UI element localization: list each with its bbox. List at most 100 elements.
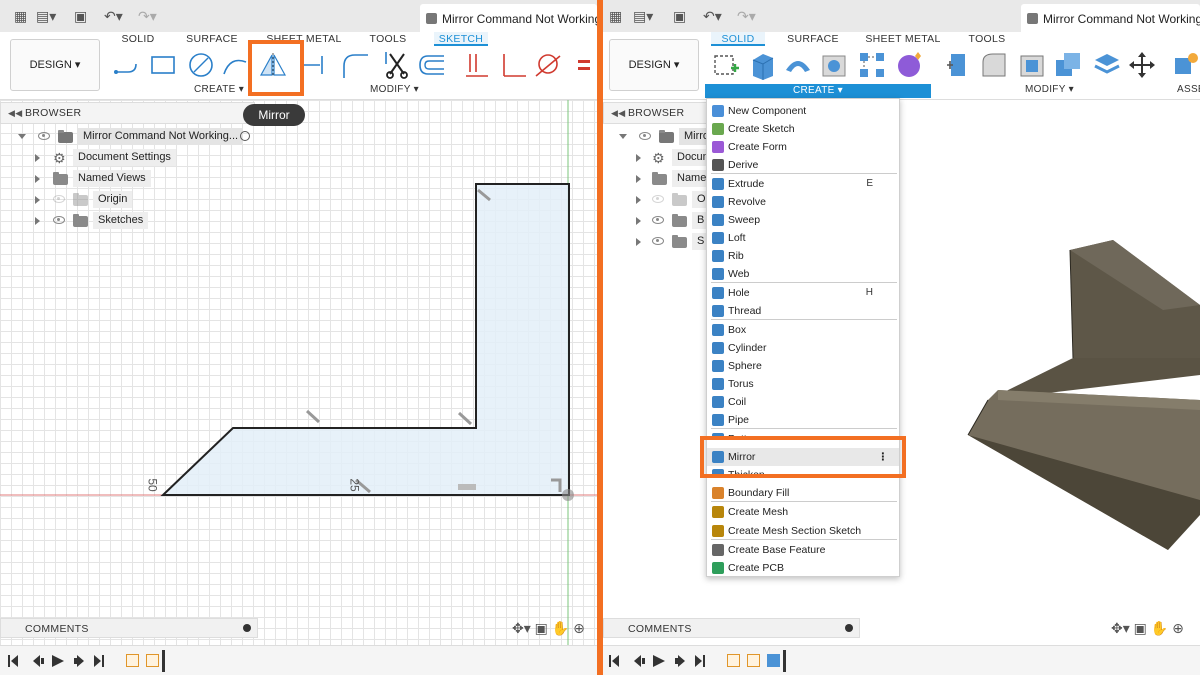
redo-icon[interactable]: ↷▾ (138, 9, 157, 23)
file-menu-icon[interactable]: ▤▾ (36, 9, 56, 23)
menu-item-boundary-fill[interactable]: Boundary Fill (707, 484, 899, 502)
project-tool-icon[interactable] (300, 50, 330, 80)
menu-item-web[interactable]: Web (707, 265, 899, 283)
offset-tool-icon[interactable] (416, 50, 446, 80)
hole-icon[interactable] (819, 50, 849, 80)
browser-item-bodies[interactable]: B (634, 212, 710, 229)
timeline-sketch-icon[interactable] (727, 654, 740, 667)
dimension-label[interactable]: 25 (348, 478, 362, 491)
browser-root-row[interactable]: Mirror Command Not Working... (16, 128, 261, 145)
arc-tool-icon[interactable] (220, 50, 250, 80)
expand-arrow-icon[interactable] (35, 175, 40, 183)
menu-item-extrude[interactable]: Extrude E (707, 175, 899, 193)
browser-item-origin[interactable]: O (634, 191, 711, 208)
timeline-sketch-icon[interactable] (146, 654, 159, 667)
constraint-perpendicular-icon[interactable] (498, 50, 528, 80)
expand-arrow-icon[interactable] (636, 175, 641, 183)
expand-arrow-icon[interactable] (636, 154, 641, 162)
create-sketch-icon[interactable] (711, 50, 741, 80)
extrude-icon[interactable] (747, 50, 777, 80)
menu-item-new-component[interactable]: New Component (707, 102, 899, 120)
orbit-icon[interactable]: ✥▾ (512, 620, 531, 636)
press-pull-icon[interactable] (943, 50, 973, 80)
expand-arrow-icon[interactable] (18, 134, 26, 139)
orbit-icon[interactable]: ✥▾ (1111, 620, 1130, 636)
fillet-icon[interactable] (979, 50, 1009, 80)
assemble-group-label[interactable]: ASSE (1177, 84, 1200, 95)
tab-surface[interactable]: SURFACE (787, 32, 839, 46)
tab-solid[interactable]: SOLID (116, 32, 160, 46)
expand-arrow-icon[interactable] (636, 217, 641, 225)
save-icon[interactable]: ▣ (673, 9, 686, 23)
browser-item-origin[interactable]: Origin (33, 191, 143, 208)
workspace-switcher[interactable]: DESIGN ▾ (609, 39, 699, 91)
constraint-equal-icon[interactable] (574, 50, 597, 80)
collapse-arrow-icon[interactable]: ◀◀ (8, 103, 22, 123)
workspace-switcher[interactable]: DESIGN ▾ (10, 39, 100, 91)
document-tab[interactable]: Mirror Command Not Working (420, 4, 597, 32)
tab-sheet-metal[interactable]: SHEET METAL (865, 32, 941, 46)
tab-solid[interactable]: SOLID (711, 32, 765, 46)
visibility-eye-icon[interactable] (639, 132, 651, 140)
tab-sketch[interactable]: SKETCH (434, 32, 488, 46)
file-menu-icon[interactable]: ▤▾ (633, 9, 653, 23)
constraint-parallel-icon[interactable] (462, 50, 492, 80)
menu-item-pipe[interactable]: Pipe (707, 411, 899, 429)
menu-item-create-mesh-section-sketch[interactable]: Create Mesh Section Sketch (707, 522, 899, 540)
add-comment-icon[interactable] (243, 624, 251, 632)
modify-group-label[interactable]: MODIFY ▾ (1025, 84, 1074, 95)
browser-item-document-settings[interactable]: ⚙ Docun (634, 149, 714, 166)
redo-icon[interactable]: ↷▾ (737, 9, 756, 23)
visibility-eye-icon[interactable] (53, 195, 65, 203)
browser-item-sketches[interactable]: Sketches (33, 212, 153, 229)
browser-item-document-settings[interactable]: ⚙ Document Settings (33, 149, 176, 166)
create-group-label[interactable]: CREATE ▾ (705, 84, 931, 98)
visibility-eye-icon[interactable] (652, 237, 664, 245)
menu-item-revolve[interactable]: Revolve (707, 193, 899, 211)
browser-panel-header[interactable]: ◀◀ BROWSER (0, 102, 255, 124)
menu-item-sweep[interactable]: Sweep (707, 211, 899, 229)
pan-hand-icon[interactable]: ✋ (552, 620, 569, 636)
grid-menu-icon[interactable]: ▦ (609, 9, 622, 23)
menu-item-hole[interactable]: Hole H (707, 284, 899, 302)
expand-arrow-icon[interactable] (636, 196, 641, 204)
undo-icon[interactable]: ↶▾ (104, 9, 123, 23)
assemble-component-icon[interactable] (1171, 50, 1200, 80)
timeline-marker[interactable] (162, 650, 165, 672)
visibility-eye-icon[interactable] (652, 195, 664, 203)
expand-arrow-icon[interactable] (619, 134, 627, 139)
grid-menu-icon[interactable]: ▦ (14, 9, 27, 23)
line-tool-icon[interactable] (112, 50, 142, 80)
replace-face-icon[interactable] (1091, 50, 1121, 80)
trim-scissors-icon[interactable] (382, 50, 412, 80)
tab-tools[interactable]: TOOLS (366, 32, 410, 46)
expand-arrow-icon[interactable] (636, 238, 641, 246)
expand-arrow-icon[interactable] (35, 217, 40, 225)
zoom-icon[interactable]: ⊕ (573, 620, 585, 636)
browser-item-named-views[interactable]: Name (634, 170, 712, 187)
pattern-icon[interactable] (857, 50, 887, 80)
activate-radio-icon[interactable] (240, 131, 250, 141)
document-tab[interactable]: Mirror Command Not Working (1021, 4, 1200, 32)
rectangle-tool-icon[interactable] (148, 50, 178, 80)
expand-arrow-icon[interactable] (35, 196, 40, 204)
tab-tools[interactable]: TOOLS (965, 32, 1009, 46)
browser-root-row[interactable]: Mirro (617, 128, 717, 145)
visibility-eye-icon[interactable] (53, 216, 65, 224)
create-group-label[interactable]: CREATE ▾ (194, 84, 244, 95)
menu-item-derive[interactable]: Derive (707, 156, 899, 174)
revolve-icon[interactable] (783, 50, 813, 80)
menu-item-create-form[interactable]: Create Form (707, 138, 899, 156)
browser-item-named-views[interactable]: Named Views (33, 170, 153, 187)
pan-hand-icon[interactable]: ✋ (1151, 620, 1168, 636)
look-at-icon[interactable]: ▣ (1134, 620, 1147, 636)
browser-item-sketches[interactable]: S (634, 233, 710, 250)
menu-item-create-mesh[interactable]: Create Mesh (707, 503, 899, 521)
create-form-icon[interactable] (895, 50, 925, 80)
collapse-arrow-icon[interactable]: ◀◀ (611, 103, 625, 123)
menu-item-coil[interactable]: Coil (707, 393, 899, 411)
visibility-eye-icon[interactable] (652, 216, 664, 224)
menu-item-thread[interactable]: Thread (707, 302, 899, 320)
timeline-sketch-icon[interactable] (747, 654, 760, 667)
menu-item-create-pcb[interactable]: Create PCB (707, 559, 899, 577)
